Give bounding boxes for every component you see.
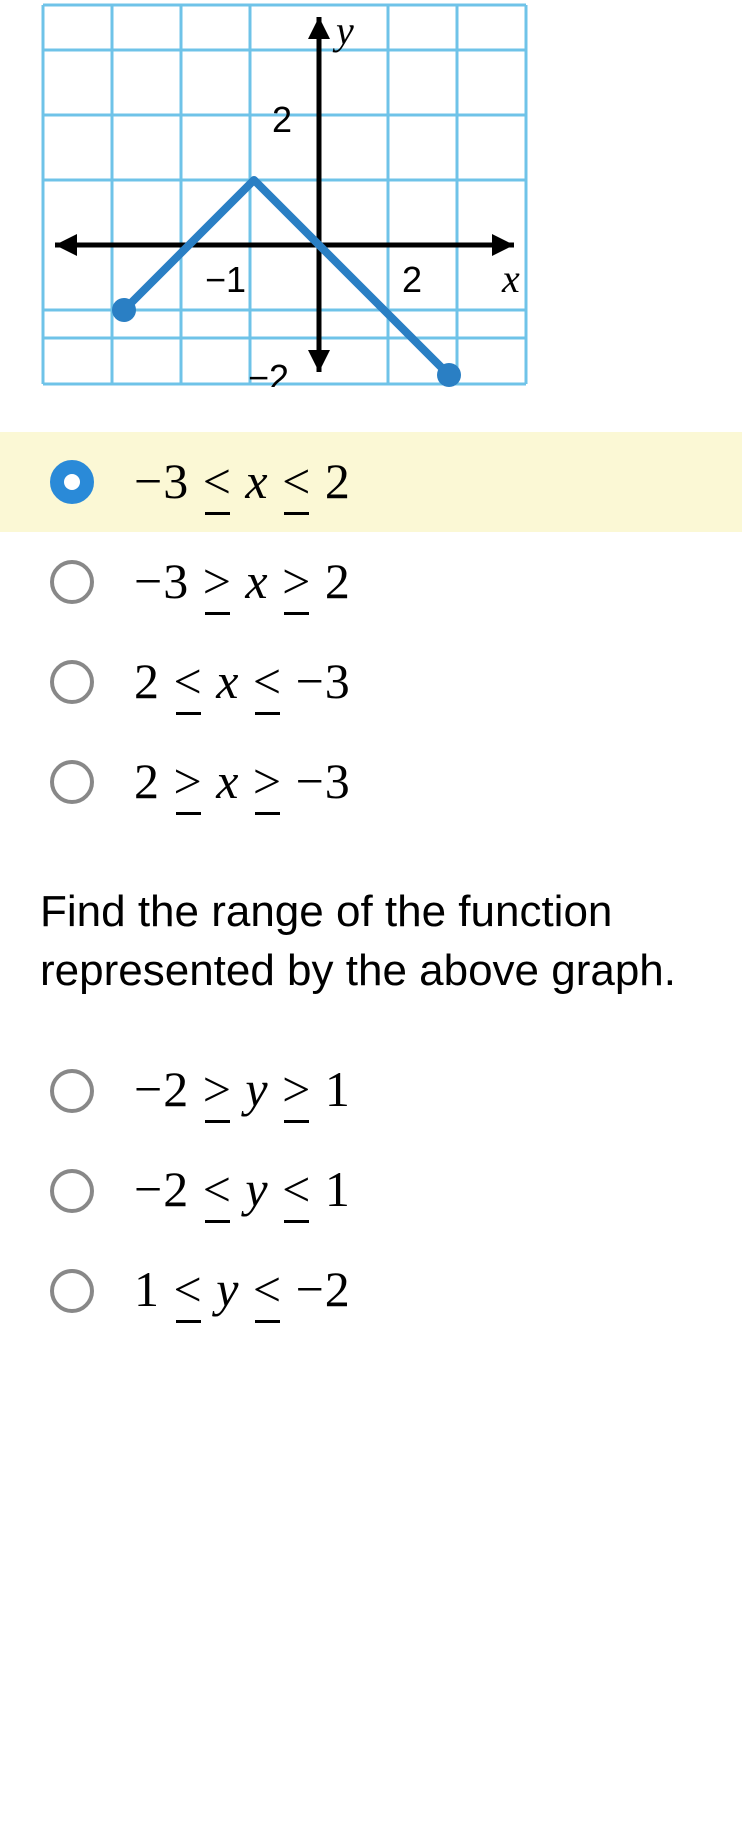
radio-icon — [50, 560, 94, 604]
domain-option-3[interactable]: 2 < x < −3 — [0, 632, 742, 732]
y-tick-neg2: −2 — [248, 357, 289, 387]
option-label: 1 < y < −2 — [134, 1260, 351, 1321]
domain-option-1[interactable]: −3 < x < 2 — [0, 432, 742, 532]
coordinate-plot: y x 2 −1 −2 2 — [40, 2, 530, 387]
radio-icon — [50, 1269, 94, 1313]
radio-icon — [50, 660, 94, 704]
range-question: Find the range of the function represent… — [40, 882, 702, 1001]
y-axis-label: y — [332, 8, 354, 53]
option-label: −3 > x > 2 — [134, 552, 351, 613]
range-answer-group: −2 > y > 1 −2 < y < 1 1 < y < −2 — [0, 1041, 742, 1341]
x-tick-2: 2 — [402, 259, 422, 300]
option-label: −2 < y < 1 — [134, 1160, 351, 1221]
y-tick-2: 2 — [272, 99, 292, 140]
x-tick-neg1: −1 — [205, 259, 246, 300]
range-option-1[interactable]: −2 > y > 1 — [0, 1041, 742, 1141]
range-option-3[interactable]: 1 < y < −2 — [0, 1241, 742, 1341]
option-label: 2 > x > −3 — [134, 752, 351, 813]
domain-option-4[interactable]: 2 > x > −3 — [0, 732, 742, 832]
domain-answer-group: −3 < x < 2 −3 > x > 2 2 < x < −3 2 > x >… — [0, 432, 742, 832]
range-option-2[interactable]: −2 < y < 1 — [0, 1141, 742, 1241]
radio-icon — [50, 1169, 94, 1213]
radio-icon — [50, 460, 94, 504]
radio-icon — [50, 760, 94, 804]
x-axis-label: x — [501, 256, 520, 301]
option-label: −2 > y > 1 — [134, 1060, 351, 1121]
graph: y x 2 −1 −2 2 — [40, 0, 742, 392]
radio-icon — [50, 1069, 94, 1113]
domain-option-2[interactable]: −3 > x > 2 — [0, 532, 742, 632]
option-label: −3 < x < 2 — [134, 452, 351, 513]
option-label: 2 < x < −3 — [134, 652, 351, 713]
